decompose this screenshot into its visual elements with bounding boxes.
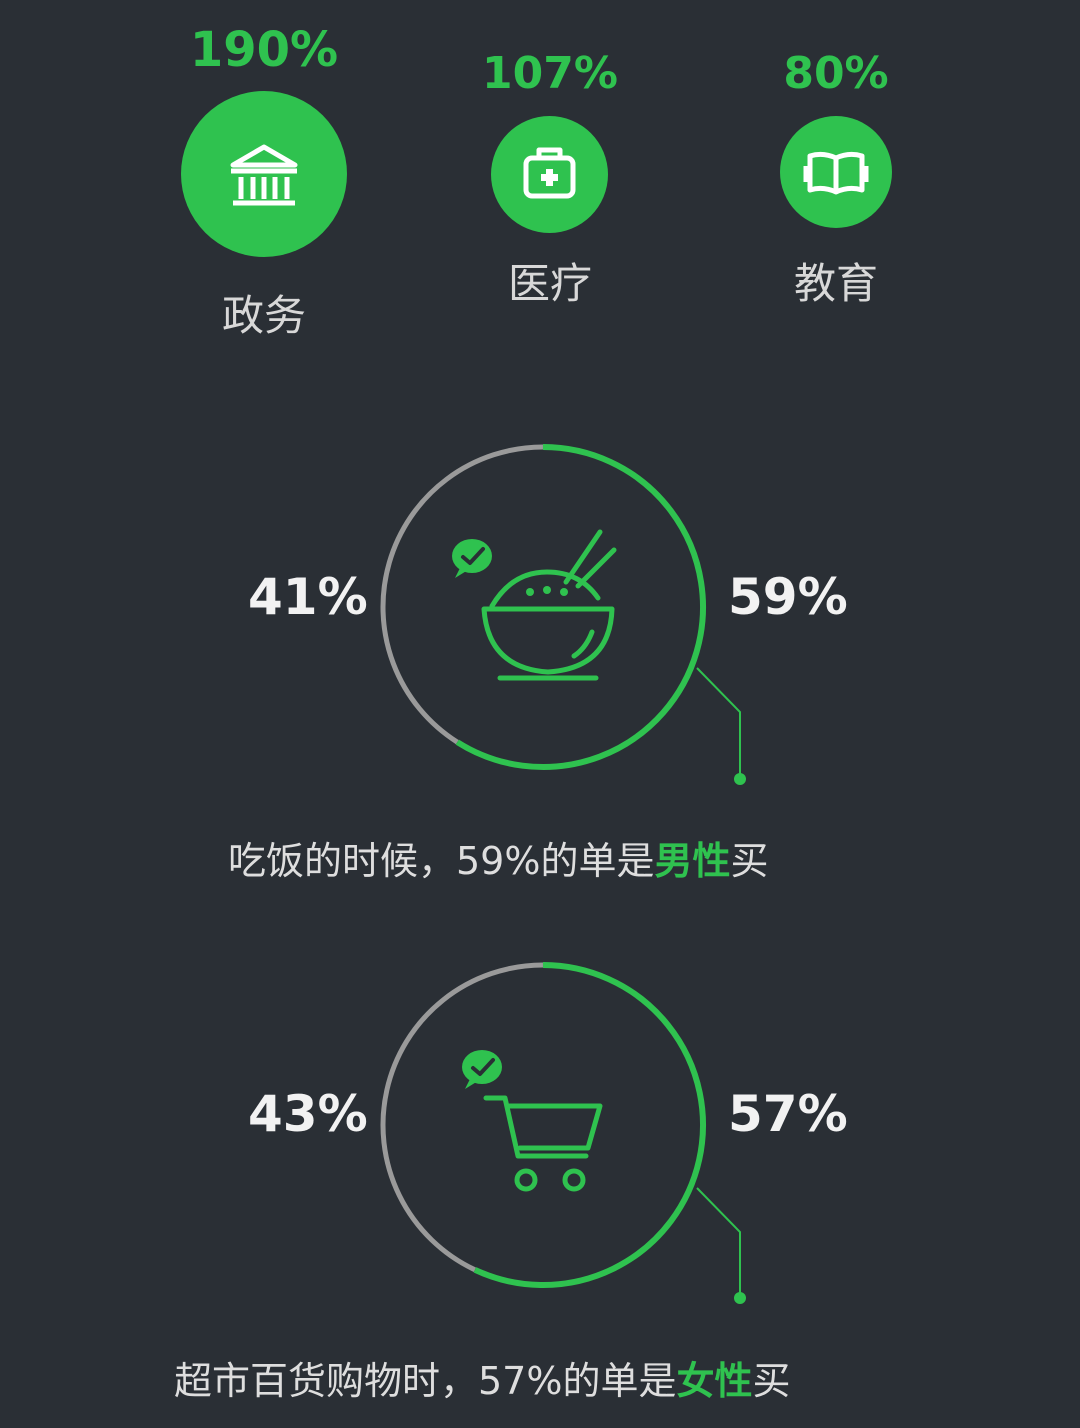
wechat-badge-icon [462,1050,502,1089]
leader-line [696,1187,741,1297]
caption-highlight: 女性 [676,1359,753,1403]
caption: 超市百货购物时，57%的单是女性买 [174,1350,791,1405]
caption-text: 超市百货购物时，57%的单是 [174,1359,677,1403]
leader-dot [734,1292,746,1304]
right-percent: 57% [728,1085,848,1143]
caption-suffix: 买 [752,1359,791,1403]
left-percent: 43% [248,1085,368,1143]
donut-chart-supermarket [380,962,746,1304]
shopping-cart-icon [483,1095,603,1192]
slice-muted [380,962,543,1273]
